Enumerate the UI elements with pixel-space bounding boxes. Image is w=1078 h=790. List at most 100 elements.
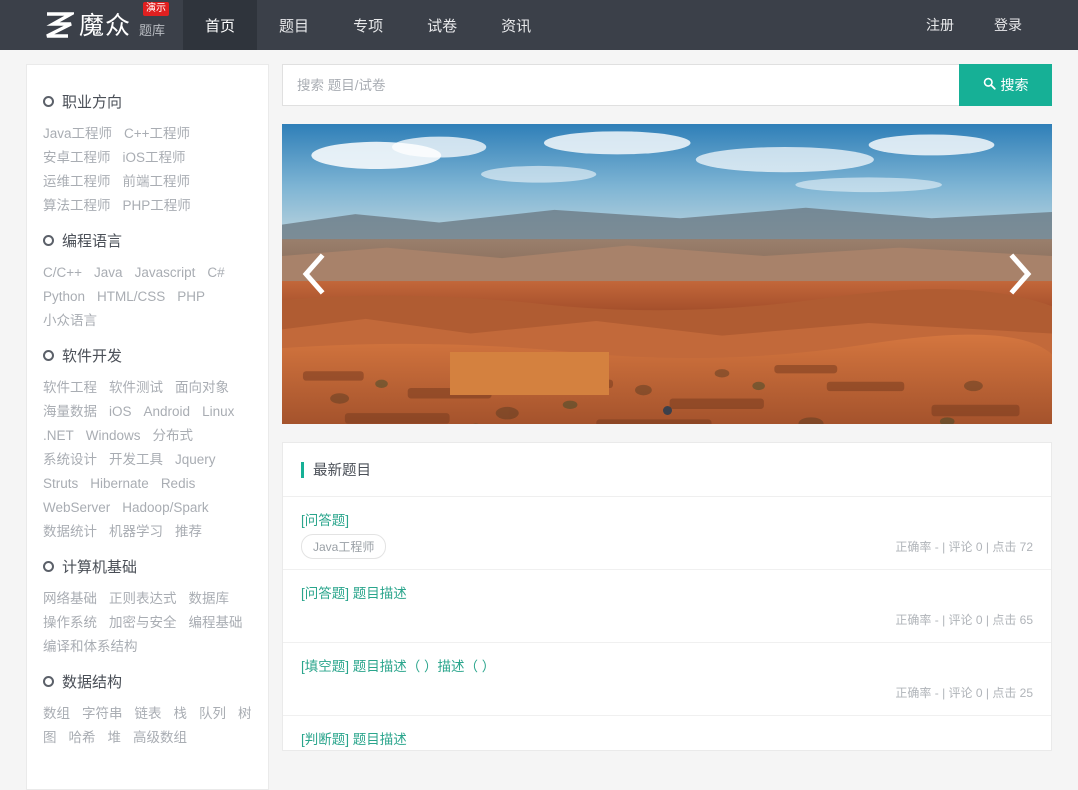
sidebar-tag[interactable]: C# [207,261,224,285]
sidebar-tag[interactable]: 系统设计 [43,448,97,472]
sidebar-tag[interactable]: 网络基础 [43,587,97,611]
question-meta: Java工程师 正确率 - | 评论 0 | 点击 72 [301,531,1033,569]
carousel-prev-button[interactable] [294,246,334,302]
sidebar-section-label: 数据结构 [62,674,123,691]
panel-title: 最新题目 [313,463,371,479]
sidebar-tag[interactable]: 安卓工程师 [43,146,111,170]
nav-item-news[interactable]: 资讯 [479,0,553,50]
sidebar-tag[interactable]: 加密与安全 [109,611,177,635]
sidebar-tag[interactable]: 面向对象 [175,376,229,400]
carousel-next-button[interactable] [1000,246,1040,302]
sidebar-tag[interactable]: 树 [238,702,252,726]
sidebar-tag[interactable]: Java [94,261,123,285]
hero-carousel[interactable] [282,124,1052,424]
circle-bullet-icon [43,350,54,361]
sidebar-tag[interactable]: Hadoop/Spark [122,496,208,520]
sidebar-section-title: 计算机基础 [43,556,252,577]
list-item[interactable]: [判断题] 题目描述 [283,715,1051,750]
question-type: [判断题] [301,732,350,747]
list-item[interactable]: [填空题] 题目描述（ ）描述（ ） 正确率 - | 评论 0 | 点击 25 [283,642,1051,715]
sidebar-tag[interactable]: WebServer [43,496,110,520]
sidebar-tag[interactable]: iOS工程师 [123,146,186,170]
sidebar-tag[interactable]: 哈希 [69,726,96,750]
nav-item-questions[interactable]: 题目 [257,0,331,50]
sidebar-tag[interactable]: 运维工程师 [43,170,111,194]
sidebar-tag[interactable]: 软件工程 [43,376,97,400]
sidebar-tag[interactable]: 软件测试 [109,376,163,400]
sidebar-section-careers: 职业方向 Java工程师 C++工程师 安卓工程师 iOS工程师 运维工程师 前… [43,91,252,218]
sidebar-tag[interactable]: Python [43,285,85,309]
sidebar-tag[interactable]: 数组 [43,702,70,726]
sidebar-tag-list: 数组 字符串 链表 栈 队列 树 图 哈希 堆 高级数组 [43,702,252,750]
site-logo[interactable]: 魔众 题库 演示 [0,0,183,50]
search-button-label: 搜索 [1000,77,1029,93]
sidebar-tag[interactable]: 算法工程师 [43,194,111,218]
question-tag[interactable]: Java工程师 [301,533,387,559]
sidebar-tag[interactable]: Java工程师 [43,122,112,146]
sidebar-tag[interactable]: Jquery [175,448,216,472]
sidebar-tag[interactable]: 高级数组 [133,726,187,750]
sidebar-tag[interactable]: 数据库 [189,587,230,611]
latest-questions-header: 最新题目 [283,443,1051,497]
login-link[interactable]: 登录 [974,15,1042,35]
sidebar-tag[interactable]: 图 [43,726,57,750]
sidebar-tag[interactable]: PHP工程师 [123,194,191,218]
sidebar-tag[interactable]: 海量数据 [43,400,97,424]
sidebar-tag[interactable]: Struts [43,472,78,496]
list-item[interactable]: [问答题] 题目描述 正确率 - | 评论 0 | 点击 65 [283,569,1051,642]
sidebar-tag[interactable]: Redis [161,472,196,496]
sidebar-tag-list: Java工程师 C++工程师 安卓工程师 iOS工程师 运维工程师 前端工程师 … [43,122,252,218]
site-header: 魔众 题库 演示 首页 题目 专项 试卷 资讯 注册 登录 [0,0,1078,50]
nav-item-papers[interactable]: 试卷 [405,0,479,50]
sidebar-tag[interactable]: 队列 [199,702,226,726]
sidebar-tag[interactable]: 编程基础 [189,611,243,635]
sidebar-tag[interactable]: 堆 [108,726,122,750]
sidebar-tag[interactable]: 机器学习 [109,520,163,544]
question-link[interactable]: [填空题] 题目描述（ ）描述（ ） [301,657,1033,677]
question-stats: 正确率 - | 评论 0 | 点击 72 [895,539,1033,554]
sidebar-tag[interactable]: 分布式 [153,424,194,448]
sidebar-tag[interactable]: 操作系统 [43,611,97,635]
sidebar-tag[interactable]: Linux [202,400,234,424]
sidebar-section-label: 软件开发 [62,348,123,365]
nav-item-home[interactable]: 首页 [183,0,258,50]
circle-bullet-icon [43,561,54,572]
circle-bullet-icon [43,235,54,246]
sidebar-tag[interactable]: .NET [43,424,74,448]
list-item[interactable]: [问答题] Java工程师 正确率 - | 评论 0 | 点击 72 [283,497,1051,569]
latest-questions-panel: 最新题目 [问答题] Java工程师 正确率 - | 评论 0 | 点击 72 … [282,442,1052,751]
sidebar-tag[interactable]: Android [144,400,191,424]
sidebar-section-data-structures: 数据结构 数组 字符串 链表 栈 队列 树 图 哈希 堆 高级数组 [43,671,252,750]
sidebar-tag[interactable]: 数据统计 [43,520,97,544]
sidebar-tag[interactable]: 链表 [135,702,162,726]
sidebar-tag[interactable]: Javascript [135,261,196,285]
search-button[interactable]: 搜索 [959,64,1052,106]
sidebar-tag[interactable]: 栈 [174,702,188,726]
sidebar-tag[interactable]: 前端工程师 [123,170,191,194]
sidebar-tag[interactable]: C/C++ [43,261,82,285]
question-desc: 题目描述 [352,732,407,747]
demo-badge: 演示 [143,2,169,16]
sidebar-section-cs-fundamentals: 计算机基础 网络基础 正则表达式 数据库 操作系统 加密与安全 编程基础 编译和… [43,556,252,659]
sidebar-tag[interactable]: 开发工具 [109,448,163,472]
sidebar-tag[interactable]: 推荐 [175,520,202,544]
question-link[interactable]: [判断题] 题目描述 [301,730,1033,750]
nav-item-special[interactable]: 专项 [331,0,405,50]
sidebar-tag[interactable]: Windows [86,424,141,448]
carousel-image [282,124,1052,424]
sidebar-tag[interactable]: PHP [177,285,205,309]
carousel-dot[interactable] [662,406,672,415]
question-link[interactable]: [问答题] 题目描述 [301,584,1033,604]
question-link[interactable]: [问答题] [301,511,1033,531]
sidebar-tag[interactable]: HTML/CSS [97,285,165,309]
sidebar-tag[interactable]: iOS [109,400,132,424]
register-link[interactable]: 注册 [906,15,974,35]
sidebar-tag[interactable]: 小众语言 [43,309,97,333]
sidebar-tag[interactable]: Hibernate [90,472,149,496]
sidebar-tag[interactable]: C++工程师 [124,122,190,146]
sidebar-tag[interactable]: 正则表达式 [109,587,177,611]
sidebar-tag[interactable]: 编译和体系结构 [43,635,138,659]
sidebar-section-label: 计算机基础 [62,559,138,576]
sidebar-tag[interactable]: 字符串 [82,702,123,726]
search-input[interactable] [282,64,959,106]
